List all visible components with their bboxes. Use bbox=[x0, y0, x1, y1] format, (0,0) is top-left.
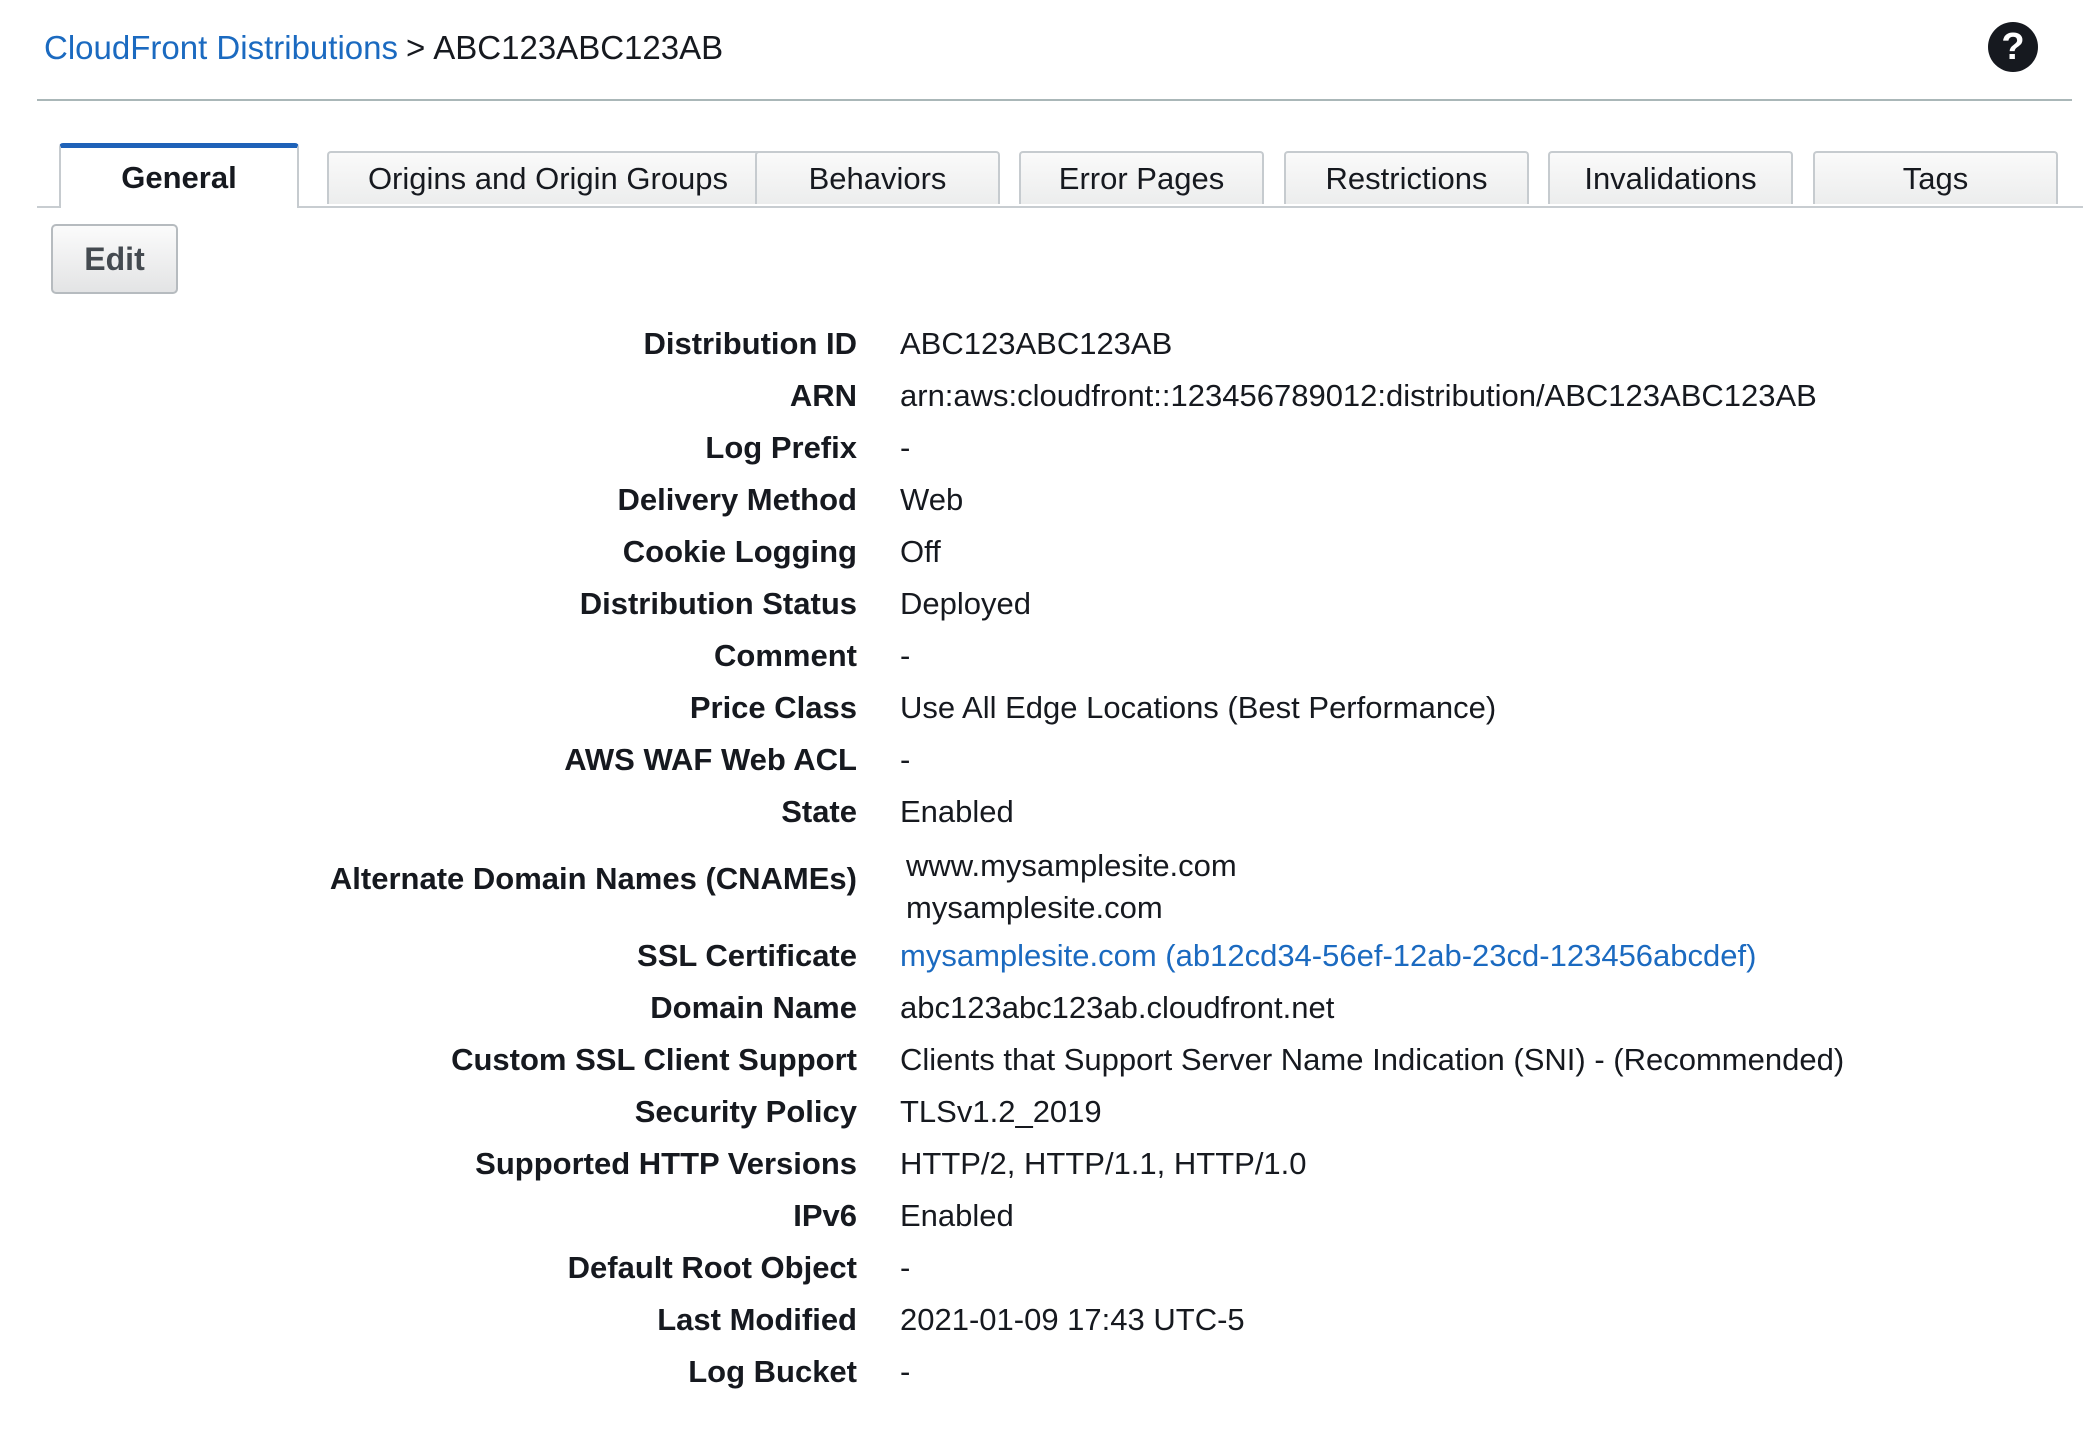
detail-row-custom-ssl: Custom SSL Client Support Clients that S… bbox=[0, 1034, 2092, 1086]
detail-row-domain-name: Domain Name abc123abc123ab.cloudfront.ne… bbox=[0, 982, 2092, 1034]
detail-label: State bbox=[781, 794, 857, 829]
detail-value: Off bbox=[900, 534, 941, 569]
detail-value: 2021-01-09 17:43 UTC-5 bbox=[900, 1302, 1245, 1337]
detail-value: arn:aws:cloudfront::123456789012:distrib… bbox=[900, 378, 1817, 413]
detail-value: Clients that Support Server Name Indicat… bbox=[900, 1042, 1845, 1077]
detail-label: Default Root Object bbox=[567, 1250, 857, 1285]
detail-label: Comment bbox=[714, 638, 857, 673]
tab-restrictions[interactable]: Restrictions bbox=[1284, 151, 1529, 204]
detail-label: Log Bucket bbox=[688, 1354, 857, 1389]
detail-label: Distribution ID bbox=[643, 326, 857, 361]
detail-value: Deployed bbox=[900, 586, 1031, 621]
detail-label: Supported HTTP Versions bbox=[475, 1146, 857, 1181]
detail-label: SSL Certificate bbox=[637, 938, 857, 973]
detail-value: - bbox=[900, 1250, 911, 1285]
detail-label: AWS WAF Web ACL bbox=[564, 742, 857, 777]
tab-origins[interactable]: Origins and Origin Groups bbox=[327, 151, 769, 204]
detail-label: Domain Name bbox=[650, 990, 857, 1025]
detail-label: Log Prefix bbox=[705, 430, 857, 465]
detail-row-arn: ARN arn:aws:cloudfront::123456789012:dis… bbox=[0, 370, 2092, 422]
detail-row-distribution-id: Distribution ID ABC123ABC123AB bbox=[0, 318, 2092, 370]
detail-value: Enabled bbox=[900, 794, 1014, 829]
detail-value: TLSv1.2_2019 bbox=[900, 1094, 1102, 1129]
tab-error-pages[interactable]: Error Pages bbox=[1019, 151, 1264, 204]
detail-row-last-modified: Last Modified 2021-01-09 17:43 UTC-5 bbox=[0, 1294, 2092, 1346]
edit-button[interactable]: Edit bbox=[51, 224, 178, 294]
detail-label: IPv6 bbox=[793, 1198, 857, 1233]
detail-label: Security Policy bbox=[634, 1094, 857, 1129]
detail-row-security-policy: Security Policy TLSv1.2_2019 bbox=[0, 1086, 2092, 1138]
detail-row-ssl-certificate: SSL Certificate mysamplesite.com (ab12cd… bbox=[0, 930, 2092, 982]
detail-value: Use All Edge Locations (Best Performance… bbox=[900, 690, 1497, 725]
question-circle-icon[interactable]: ? bbox=[1988, 22, 2038, 72]
detail-value: - bbox=[900, 638, 911, 673]
tab-invalidations[interactable]: Invalidations bbox=[1548, 151, 1793, 204]
detail-row-comment: Comment - bbox=[0, 630, 2092, 682]
detail-row-default-root-object: Default Root Object - bbox=[0, 1242, 2092, 1294]
detail-label: Delivery Method bbox=[617, 482, 857, 517]
detail-value: abc123abc123ab.cloudfront.net bbox=[900, 990, 1335, 1025]
detail-label: Last Modified bbox=[657, 1302, 857, 1337]
breadcrumb-link-distributions[interactable]: CloudFront Distributions bbox=[44, 29, 398, 67]
detail-row-waf-acl: AWS WAF Web ACL - bbox=[0, 734, 2092, 786]
detail-row-cookie-logging: Cookie Logging Off bbox=[0, 526, 2092, 578]
detail-value: - bbox=[900, 430, 911, 465]
breadcrumb-current: ABC123ABC123AB bbox=[433, 29, 724, 66]
detail-label: Cookie Logging bbox=[622, 534, 857, 569]
tab-behaviors[interactable]: Behaviors bbox=[755, 151, 1000, 204]
cname-item: mysamplesite.com bbox=[906, 890, 1163, 925]
detail-row-ipv6: IPv6 Enabled bbox=[0, 1190, 2092, 1242]
detail-value: - bbox=[900, 742, 911, 777]
breadcrumb: CloudFront Distributions > ABC123ABC123A… bbox=[44, 24, 723, 72]
tab-general[interactable]: General bbox=[59, 143, 299, 208]
tab-bar: General Origins and Origin Groups Behavi… bbox=[37, 140, 2083, 208]
detail-row-cnames: Alternate Domain Names (CNAMEs) www.mysa… bbox=[0, 838, 2092, 930]
detail-value: Web bbox=[900, 482, 964, 517]
distribution-detail-page: CloudFront Distributions > ABC123ABC123A… bbox=[0, 0, 2092, 1450]
detail-label: Price Class bbox=[689, 690, 857, 725]
tab-tags[interactable]: Tags bbox=[1813, 151, 2058, 204]
detail-row-log-prefix: Log Prefix - bbox=[0, 422, 2092, 474]
detail-row-delivery-method: Delivery Method Web bbox=[0, 474, 2092, 526]
general-details: Distribution ID ABC123ABC123AB ARN arn:a… bbox=[0, 318, 2092, 1398]
breadcrumb-separator: > bbox=[405, 29, 426, 66]
detail-label: Custom SSL Client Support bbox=[451, 1042, 857, 1077]
cname-item: www.mysamplesite.com bbox=[906, 848, 1237, 883]
detail-label: Alternate Domain Names (CNAMEs) bbox=[329, 861, 857, 896]
detail-row-log-bucket: Log Bucket - bbox=[0, 1346, 2092, 1398]
detail-label: Distribution Status bbox=[579, 586, 857, 621]
ssl-certificate-link[interactable]: mysamplesite.com (ab12cd34-56ef-12ab-23c… bbox=[900, 930, 1756, 982]
detail-row-state: State Enabled bbox=[0, 786, 2092, 838]
detail-row-distribution-status: Distribution Status Deployed bbox=[0, 578, 2092, 630]
cname-list: www.mysamplesite.com mysamplesite.com bbox=[906, 838, 1237, 929]
detail-value: HTTP/2, HTTP/1.1, HTTP/1.0 bbox=[900, 1146, 1307, 1181]
detail-row-http-versions: Supported HTTP Versions HTTP/2, HTTP/1.1… bbox=[0, 1138, 2092, 1190]
detail-label: ARN bbox=[789, 378, 857, 413]
detail-value: ABC123ABC123AB bbox=[900, 326, 1173, 361]
header-divider bbox=[37, 99, 2072, 101]
detail-row-price-class: Price Class Use All Edge Locations (Best… bbox=[0, 682, 2092, 734]
detail-value: - bbox=[900, 1354, 911, 1389]
detail-value: Enabled bbox=[900, 1198, 1014, 1233]
